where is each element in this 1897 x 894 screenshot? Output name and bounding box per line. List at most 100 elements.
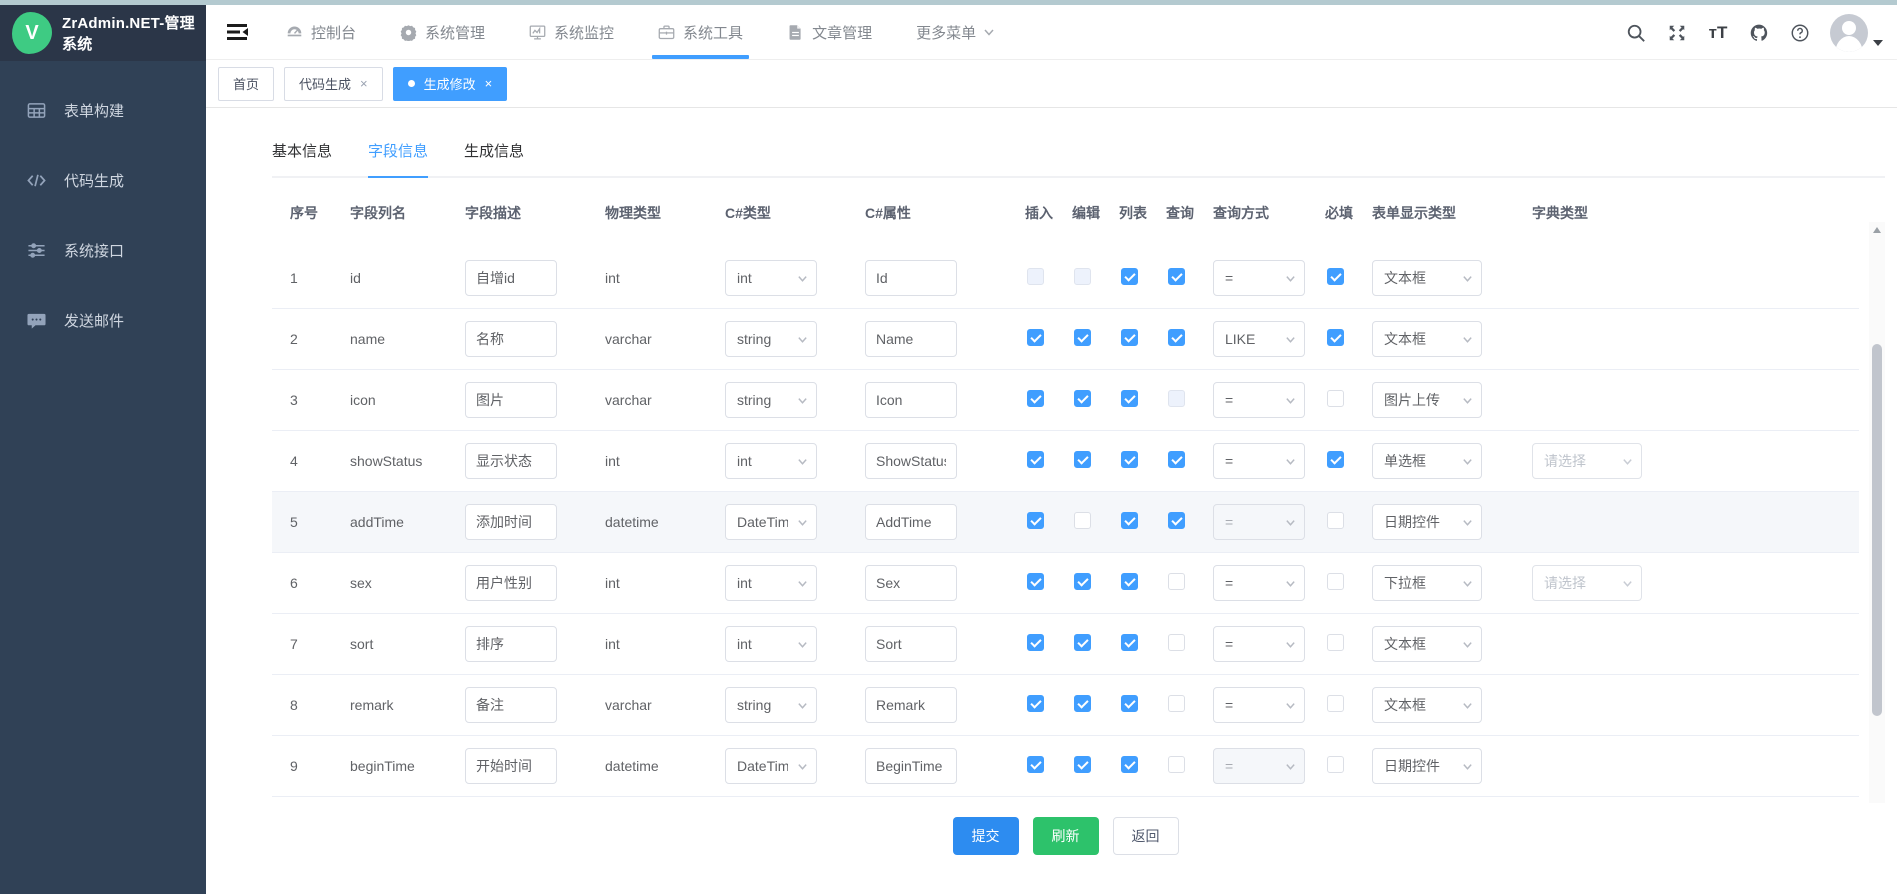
edit-checkbox[interactable] [1074, 756, 1091, 773]
cs-type-select[interactable]: int [725, 260, 817, 296]
query-checkbox[interactable] [1168, 756, 1185, 773]
insert-checkbox[interactable] [1027, 634, 1044, 651]
sidebar-item-2[interactable]: 代码生成 [0, 145, 206, 215]
fullscreen-icon[interactable] [1666, 22, 1688, 44]
edit-checkbox[interactable] [1074, 634, 1091, 651]
cs-property-input[interactable] [865, 382, 957, 418]
sidebar-toggle-icon[interactable] [224, 19, 250, 45]
nav-item-4[interactable]: 系统工具 [636, 5, 765, 59]
required-checkbox[interactable] [1327, 634, 1344, 651]
table-scrollbar[interactable] [1869, 222, 1885, 803]
insert-checkbox[interactable] [1027, 512, 1044, 529]
query-checkbox[interactable] [1168, 573, 1185, 590]
list-checkbox[interactable] [1121, 573, 1138, 590]
scroll-down-icon[interactable] [1869, 787, 1885, 803]
query-checkbox[interactable] [1168, 634, 1185, 651]
insert-checkbox[interactable] [1027, 329, 1044, 346]
font-size-icon[interactable]: тT [1707, 22, 1729, 44]
display-type-select[interactable]: 文本框 [1372, 321, 1482, 357]
cs-type-select[interactable]: string [725, 687, 817, 723]
nav-item-3[interactable]: 系统监控 [507, 5, 636, 59]
insert-checkbox[interactable] [1027, 573, 1044, 590]
description-input[interactable] [465, 748, 557, 784]
edit-checkbox[interactable] [1074, 329, 1091, 346]
nav-item-2[interactable]: 系统管理 [378, 5, 507, 59]
cs-property-input[interactable] [865, 321, 957, 357]
required-checkbox[interactable] [1327, 390, 1344, 407]
query-mode-select[interactable]: = [1213, 687, 1305, 723]
edit-checkbox[interactable] [1074, 451, 1091, 468]
query-mode-select[interactable]: = [1213, 626, 1305, 662]
description-input[interactable] [465, 260, 557, 296]
query-mode-select[interactable]: = [1213, 382, 1305, 418]
list-checkbox[interactable] [1121, 451, 1138, 468]
cs-property-input[interactable] [865, 260, 957, 296]
query-mode-select[interactable]: = [1213, 260, 1305, 296]
tag-3[interactable]: 生成修改× [393, 67, 508, 101]
insert-checkbox[interactable] [1027, 756, 1044, 773]
query-checkbox[interactable] [1168, 268, 1185, 285]
help-icon[interactable] [1789, 22, 1811, 44]
close-icon[interactable]: × [485, 77, 493, 90]
sidebar-item-3[interactable]: 系统接口 [0, 215, 206, 285]
nav-item-6[interactable]: 更多菜单 [894, 5, 1017, 59]
display-type-select[interactable]: 日期控件 [1372, 748, 1482, 784]
list-checkbox[interactable] [1121, 512, 1138, 529]
nav-item-5[interactable]: 文章管理 [765, 5, 894, 59]
list-checkbox[interactable] [1121, 329, 1138, 346]
scroll-up-icon[interactable] [1869, 222, 1885, 238]
cs-property-input[interactable] [865, 504, 957, 540]
list-checkbox[interactable] [1121, 756, 1138, 773]
edit-checkbox[interactable] [1074, 512, 1091, 529]
edit-checkbox[interactable] [1074, 573, 1091, 590]
display-type-select[interactable]: 下拉框 [1372, 565, 1482, 601]
search-icon[interactable] [1625, 22, 1647, 44]
query-mode-select[interactable]: LIKE [1213, 321, 1305, 357]
display-type-select[interactable]: 图片上传 [1372, 382, 1482, 418]
tab-2[interactable]: 字段信息 [368, 140, 428, 178]
display-type-select[interactable]: 文本框 [1372, 260, 1482, 296]
list-checkbox[interactable] [1121, 390, 1138, 407]
cs-type-select[interactable]: DateTime [725, 504, 817, 540]
required-checkbox[interactable] [1327, 756, 1344, 773]
cs-type-select[interactable]: int [725, 626, 817, 662]
description-input[interactable] [465, 443, 557, 479]
tag-2[interactable]: 代码生成× [284, 67, 383, 101]
display-type-select[interactable]: 单选框 [1372, 443, 1482, 479]
insert-checkbox[interactable] [1027, 695, 1044, 712]
required-checkbox[interactable] [1327, 573, 1344, 590]
tab-1[interactable]: 基本信息 [272, 140, 332, 178]
required-checkbox[interactable] [1327, 268, 1344, 285]
cs-property-input[interactable] [865, 443, 957, 479]
display-type-select[interactable]: 文本框 [1372, 687, 1482, 723]
cs-type-select[interactable]: int [725, 443, 817, 479]
refresh-button[interactable]: 刷新 [1033, 817, 1099, 855]
cs-property-input[interactable] [865, 565, 957, 601]
github-icon[interactable] [1748, 22, 1770, 44]
query-checkbox[interactable] [1168, 512, 1185, 529]
nav-item-1[interactable]: 控制台 [264, 5, 378, 59]
submit-button[interactable]: 提交 [953, 817, 1019, 855]
description-input[interactable] [465, 504, 557, 540]
close-icon[interactable]: × [360, 77, 368, 90]
edit-checkbox[interactable] [1074, 695, 1091, 712]
dict-type-select[interactable]: 请选择 [1532, 443, 1642, 479]
required-checkbox[interactable] [1327, 695, 1344, 712]
scrollbar-thumb[interactable] [1872, 344, 1882, 716]
description-input[interactable] [465, 321, 557, 357]
query-checkbox[interactable] [1168, 329, 1185, 346]
cs-type-select[interactable]: string [725, 321, 817, 357]
required-checkbox[interactable] [1327, 512, 1344, 529]
query-mode-select[interactable]: = [1213, 443, 1305, 479]
sidebar-item-4[interactable]: 发送邮件 [0, 285, 206, 355]
cs-property-input[interactable] [865, 626, 957, 662]
query-checkbox[interactable] [1168, 451, 1185, 468]
sidebar-item-1[interactable]: 表单构建 [0, 75, 206, 145]
insert-checkbox[interactable] [1027, 451, 1044, 468]
edit-checkbox[interactable] [1074, 390, 1091, 407]
description-input[interactable] [465, 687, 557, 723]
display-type-select[interactable]: 文本框 [1372, 626, 1482, 662]
list-checkbox[interactable] [1121, 268, 1138, 285]
cs-type-select[interactable]: string [725, 382, 817, 418]
list-checkbox[interactable] [1121, 634, 1138, 651]
